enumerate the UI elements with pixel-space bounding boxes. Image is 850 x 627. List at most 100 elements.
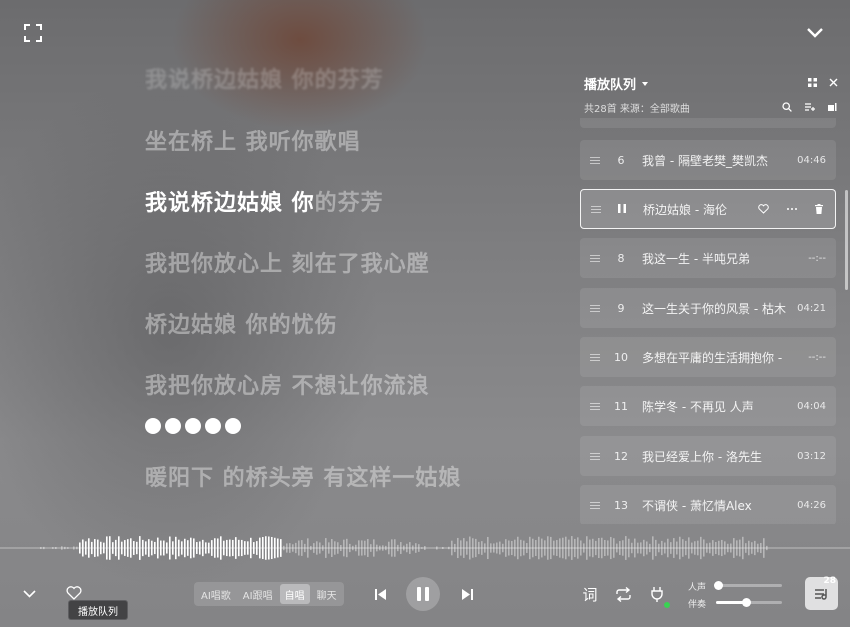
waveform-bar xyxy=(520,539,522,557)
waveform-bar xyxy=(133,541,135,555)
waveform-bar xyxy=(757,543,759,553)
waveform[interactable] xyxy=(0,528,850,568)
dot xyxy=(185,418,201,434)
drag-handle-icon[interactable] xyxy=(580,353,610,361)
waveform-bar xyxy=(55,546,57,550)
queue-scrollbar[interactable] xyxy=(845,190,848,290)
more-icon[interactable] xyxy=(786,203,798,215)
waveform-bar xyxy=(304,543,306,553)
waveform-bar xyxy=(337,542,339,554)
waveform-bar xyxy=(718,540,720,556)
dot xyxy=(165,418,181,434)
waveform-bar xyxy=(265,536,267,560)
drag-handle-icon[interactable] xyxy=(581,205,611,213)
drag-handle-icon[interactable] xyxy=(580,501,610,509)
waveform-bar xyxy=(163,540,165,556)
drag-handle-icon[interactable] xyxy=(580,156,610,164)
queue-title[interactable]: 播放队列 xyxy=(584,74,649,93)
heart-icon[interactable] xyxy=(757,203,769,215)
drag-handle-icon[interactable] xyxy=(580,304,610,312)
waveform-bar xyxy=(259,537,261,559)
queue-row[interactable]: 6 我曾 - 隔壁老樊_樊凯杰 04:46 xyxy=(580,140,836,180)
waveform-bar xyxy=(61,546,63,550)
waveform-bar xyxy=(211,540,213,556)
mode-ai-sing-button[interactable]: AI唱歌 xyxy=(196,584,236,604)
chevron-down-icon[interactable] xyxy=(20,586,38,602)
waveform-bar xyxy=(463,538,465,558)
mode-self-sing-button[interactable]: 自唱 xyxy=(279,584,310,604)
waveform-bar xyxy=(331,539,333,557)
waveform-bar xyxy=(574,538,576,558)
list-add-icon[interactable] xyxy=(804,101,816,113)
waveform-bar xyxy=(85,541,87,555)
waveform-bar xyxy=(334,541,336,555)
mode-ai-follow-button[interactable]: AI跟唱 xyxy=(238,584,278,604)
queue-row-title: 我这一生 - 半吨兄弟 xyxy=(642,251,750,266)
waveform-bar xyxy=(91,541,93,555)
waveform-bar xyxy=(508,540,510,556)
waveform-bar xyxy=(205,542,207,554)
waveform-bar xyxy=(550,536,552,560)
drag-handle-icon[interactable] xyxy=(580,452,610,460)
waveform-bar xyxy=(640,542,642,554)
waveform-bar xyxy=(379,545,381,551)
waveform-bar xyxy=(40,547,42,549)
plug-icon[interactable] xyxy=(647,584,667,604)
queue-row[interactable]: 9 这一生关于你的风景 - 枯木 04:21 xyxy=(580,288,836,328)
pause-button[interactable] xyxy=(406,577,440,611)
accompaniment-slider[interactable] xyxy=(716,598,782,607)
queue-row-partial[interactable] xyxy=(580,118,836,128)
waveform-bar xyxy=(469,536,471,560)
waveform-bar xyxy=(589,539,591,557)
queue-row[interactable]: 13 不谓侠 - 萧忆情Alex 04:26 xyxy=(580,485,836,524)
drag-handle-icon[interactable] xyxy=(580,402,610,410)
waveform-bar xyxy=(364,540,366,556)
waveform-bar xyxy=(280,539,282,557)
waveform-bar xyxy=(634,538,636,558)
waveform-bar xyxy=(448,546,450,550)
queue-row[interactable]: 8 我这一生 - 半吨兄弟 --:-- xyxy=(580,238,836,278)
dot xyxy=(205,418,221,434)
waveform-bar xyxy=(511,540,513,556)
queue-row[interactable]: 11 陈学冬 - 不再见 人声 04:04 xyxy=(580,386,836,426)
waveform-bar xyxy=(247,541,249,555)
queue-row-number: 8 xyxy=(617,251,625,265)
queue-row-current[interactable]: 桥边姑娘 - 海伦 xyxy=(580,189,836,229)
trash-icon[interactable] xyxy=(813,203,825,215)
queue-row[interactable]: 10 多想在平庸的生活拥抱你 - --:-- xyxy=(580,337,836,377)
waveform-bar xyxy=(451,540,453,556)
pause-icon[interactable] xyxy=(611,203,633,216)
fullscreen-icon[interactable] xyxy=(22,22,44,44)
waveform-bar xyxy=(421,547,423,549)
close-icon[interactable] xyxy=(827,76,839,88)
queue-row[interactable]: 12 我已经爱上你 - 洛先生 03:12 xyxy=(580,436,836,476)
waveform-bar xyxy=(754,540,756,556)
vocal-slider[interactable] xyxy=(713,581,782,590)
waveform-bar xyxy=(526,543,528,553)
lyrics-toggle-button[interactable]: 词 xyxy=(580,584,600,604)
waveform-bar xyxy=(226,539,228,557)
clear-queue-icon[interactable] xyxy=(826,101,838,113)
waveform-bar xyxy=(136,541,138,555)
search-icon[interactable] xyxy=(781,101,793,113)
previous-icon[interactable] xyxy=(372,586,388,602)
queue-button[interactable]: 28 xyxy=(805,576,838,610)
waveform-bar xyxy=(358,540,360,556)
collapse-chevron-icon[interactable] xyxy=(804,22,826,44)
mode-chat-button[interactable]: 聊天 xyxy=(312,584,342,604)
repeat-icon[interactable] xyxy=(613,584,633,604)
waveform-bar xyxy=(238,539,240,557)
queue-row-duration: 04:26 xyxy=(797,499,826,511)
waveform-bar xyxy=(253,542,255,554)
waveform-bar xyxy=(475,538,477,558)
waveform-bar xyxy=(706,543,708,553)
drag-handle-icon[interactable] xyxy=(580,254,610,262)
accompaniment-label: 伴奏 xyxy=(688,600,707,610)
grid-icon[interactable] xyxy=(806,76,818,88)
vocal-slider-knob[interactable] xyxy=(713,581,723,590)
queue-row-title: 多想在平庸的生活拥抱你 - xyxy=(642,350,783,365)
lyric-line: 我说桥边姑娘 你的芬芳 xyxy=(145,68,384,93)
waveform-bar xyxy=(670,542,672,554)
next-icon[interactable] xyxy=(459,586,475,602)
waveform-bar xyxy=(409,542,411,554)
